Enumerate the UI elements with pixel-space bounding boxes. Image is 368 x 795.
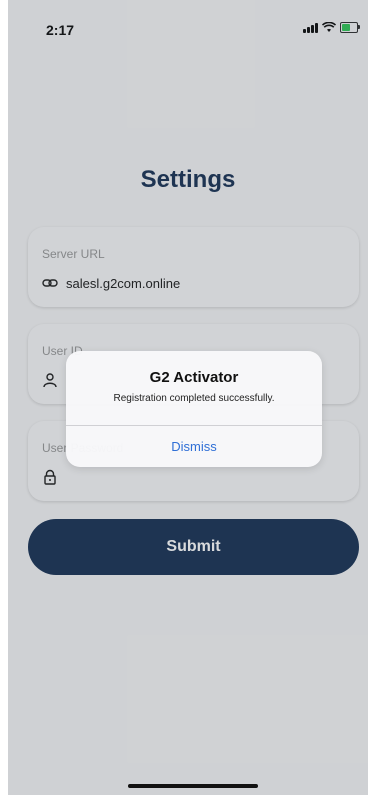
dismiss-button[interactable]: Dismiss: [66, 426, 322, 467]
alert-dialog: G2 Activator Registration completed succ…: [66, 351, 322, 467]
home-indicator: [128, 784, 258, 788]
app-screen: 2:17 Settings Server URL salesl.g2com.on…: [8, 0, 368, 795]
alert-message: Registration completed successfully.: [113, 393, 275, 404]
alert-title: G2 Activator: [149, 369, 239, 386]
